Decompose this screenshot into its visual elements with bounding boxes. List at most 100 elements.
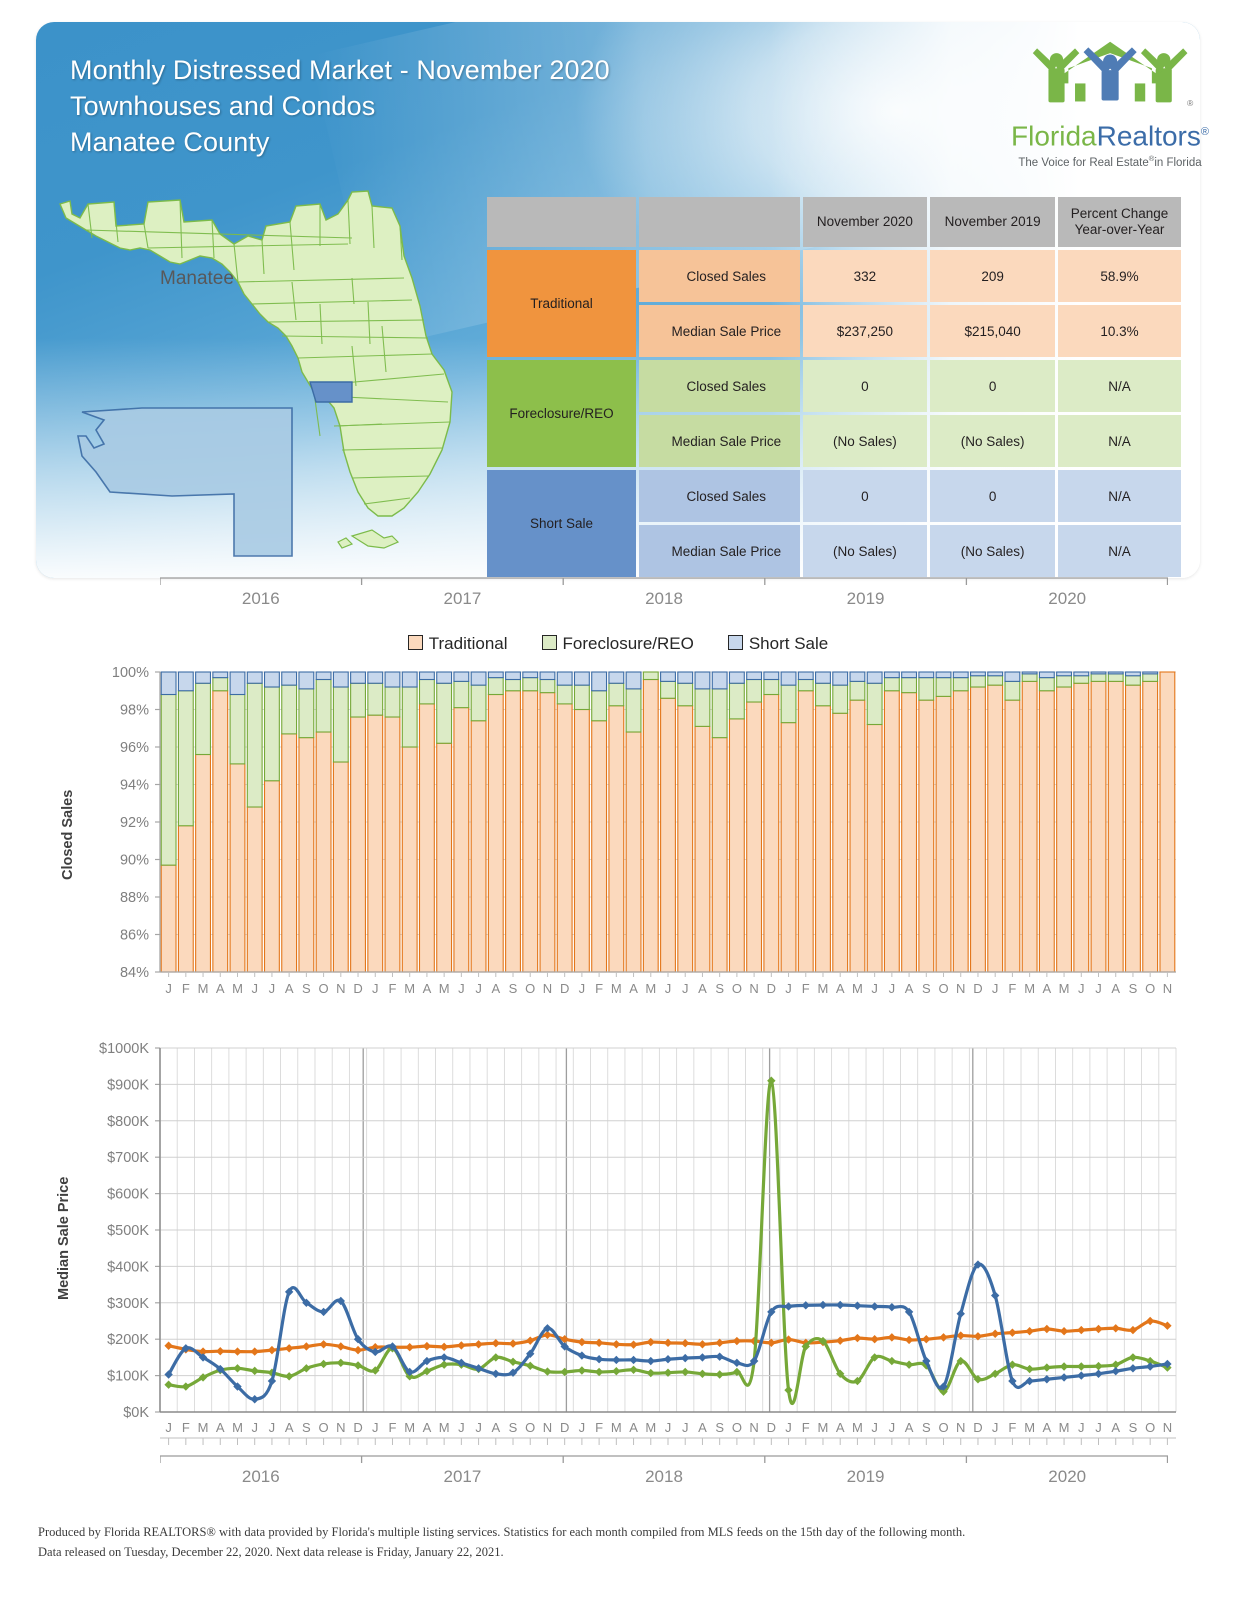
metric-label: Closed Sales: [639, 250, 800, 302]
header-november-2020: November 2020: [802, 197, 928, 247]
month-tick-label: M: [852, 981, 863, 996]
bar-segment: [539, 692, 556, 973]
bar-segment: [591, 720, 608, 973]
bar-segment: [866, 671, 883, 684]
legend-item-1[interactable]: Foreclosure/REO: [541, 634, 694, 654]
month-tick-label: N: [336, 1420, 345, 1435]
cell-prior: $215,040: [930, 305, 1055, 357]
bar-segment: [883, 690, 900, 973]
bar-segment: [573, 684, 590, 711]
month-tick-label: M: [198, 1420, 209, 1435]
bar-segment: [556, 684, 573, 705]
month-tick-label: J: [269, 1420, 276, 1435]
page-title: Monthly Distressed Market - November 202…: [70, 52, 610, 160]
month-tick-label: N: [543, 981, 552, 996]
closed-sales-stacked-bar-chart: 84%86%88%90%92%94%96%98%100%J F M A M J J A S O N D…: [112, 665, 1176, 996]
month-tick-label: M: [852, 1420, 863, 1435]
cell-prior: 0: [930, 470, 1055, 522]
bar-segment: [728, 671, 745, 684]
year-tick-label: 2017: [443, 1467, 481, 1486]
bar-segment: [384, 716, 401, 973]
bar-segment: [660, 697, 676, 973]
metric-label: Closed Sales: [639, 470, 800, 522]
month-tick-label: N: [956, 1420, 965, 1435]
cell-prior: (No Sales): [930, 415, 1055, 467]
month-tick-label: J: [871, 1420, 878, 1435]
bar-segment: [918, 671, 935, 679]
bar-segment: [815, 671, 831, 684]
month-tick-label: J: [165, 1420, 172, 1435]
month-tick-label: A: [698, 981, 707, 996]
bar-segment: [401, 686, 418, 748]
bar-segment: [987, 671, 1004, 677]
metric-label: Median Sale Price: [639, 525, 800, 577]
bar-segment: [522, 677, 539, 692]
bar-segment: [1038, 677, 1055, 692]
bar-segment: [642, 678, 659, 973]
bar-segment: [832, 712, 849, 973]
bar-segment: [522, 671, 539, 679]
year-tick-label: 2016: [242, 1467, 280, 1486]
distressed-market-table: November 2020 November 2019 Percent Chan…: [484, 194, 1184, 580]
bar-segment: [160, 864, 177, 973]
bar-segment: [315, 678, 332, 733]
month-tick-label: J: [251, 1420, 257, 1435]
y-tick-label: $900K: [107, 1077, 149, 1093]
cell-prior: 209: [930, 250, 1055, 302]
bar-segment: [780, 684, 797, 724]
month-tick-label: N: [749, 981, 758, 996]
bar-segment: [832, 684, 849, 714]
bar-segment: [332, 671, 349, 688]
legend-item-0[interactable]: Traditional: [407, 634, 508, 654]
bar-segment: [505, 671, 521, 681]
bar-segment: [1124, 684, 1141, 973]
bar-segment: [642, 671, 659, 681]
bar-segment: [970, 686, 986, 973]
bar-segment: [952, 671, 969, 679]
bar-segment: [556, 703, 573, 973]
bar-segment: [608, 682, 625, 707]
legend-item-2[interactable]: Short Sale: [727, 634, 828, 654]
month-tick-label: F: [388, 981, 396, 996]
category-traditional: Traditional: [487, 250, 637, 357]
bar-segment: [1124, 675, 1141, 686]
bar-segment: [797, 678, 814, 692]
month-tick-label: D: [560, 981, 569, 996]
bar-segment: [384, 686, 401, 718]
month-tick-label: J: [579, 1420, 586, 1435]
month-tick-label: D: [353, 1420, 362, 1435]
bar-segment: [849, 699, 866, 973]
bar-segment: [229, 763, 246, 973]
bar-segment: [625, 688, 642, 733]
y-tick-label: 96%: [120, 740, 149, 756]
month-tick-label: D: [353, 981, 362, 996]
bar-segment: [573, 671, 590, 686]
month-tick-label: S: [922, 981, 931, 996]
year-tick-label: 2018: [645, 1467, 683, 1486]
bar-segment: [177, 825, 194, 973]
footer-line-2: Data released on Tuesday, December 22, 2…: [38, 1545, 504, 1559]
bar-segment: [350, 716, 366, 973]
bar-segment: [487, 677, 504, 696]
month-tick-label: M: [404, 981, 415, 996]
bar-segment: [160, 693, 177, 866]
month-tick-label: F: [1008, 981, 1016, 996]
bar-segment: [952, 677, 969, 692]
y-tick-label: $1000K: [99, 1041, 149, 1057]
bar-segment: [229, 671, 246, 696]
y-tick-label: $100K: [107, 1369, 149, 1385]
month-tick-label: M: [404, 1420, 415, 1435]
month-tick-label: A: [1043, 981, 1052, 996]
month-tick-label: A: [285, 981, 294, 996]
bar-segment: [1038, 690, 1055, 973]
footer-note: Produced by Florida REALTORS® with data …: [38, 1522, 1198, 1562]
month-tick-label: S: [1129, 981, 1138, 996]
y-tick-label: $300K: [107, 1296, 149, 1312]
cell-change: 58.9%: [1057, 250, 1181, 302]
month-tick-label: F: [182, 1420, 190, 1435]
bar-segment: [195, 753, 212, 973]
bar-segment: [246, 806, 263, 973]
metric-label: Closed Sales: [639, 360, 800, 412]
bar-segment: [453, 680, 470, 709]
bar-segment: [556, 671, 573, 686]
